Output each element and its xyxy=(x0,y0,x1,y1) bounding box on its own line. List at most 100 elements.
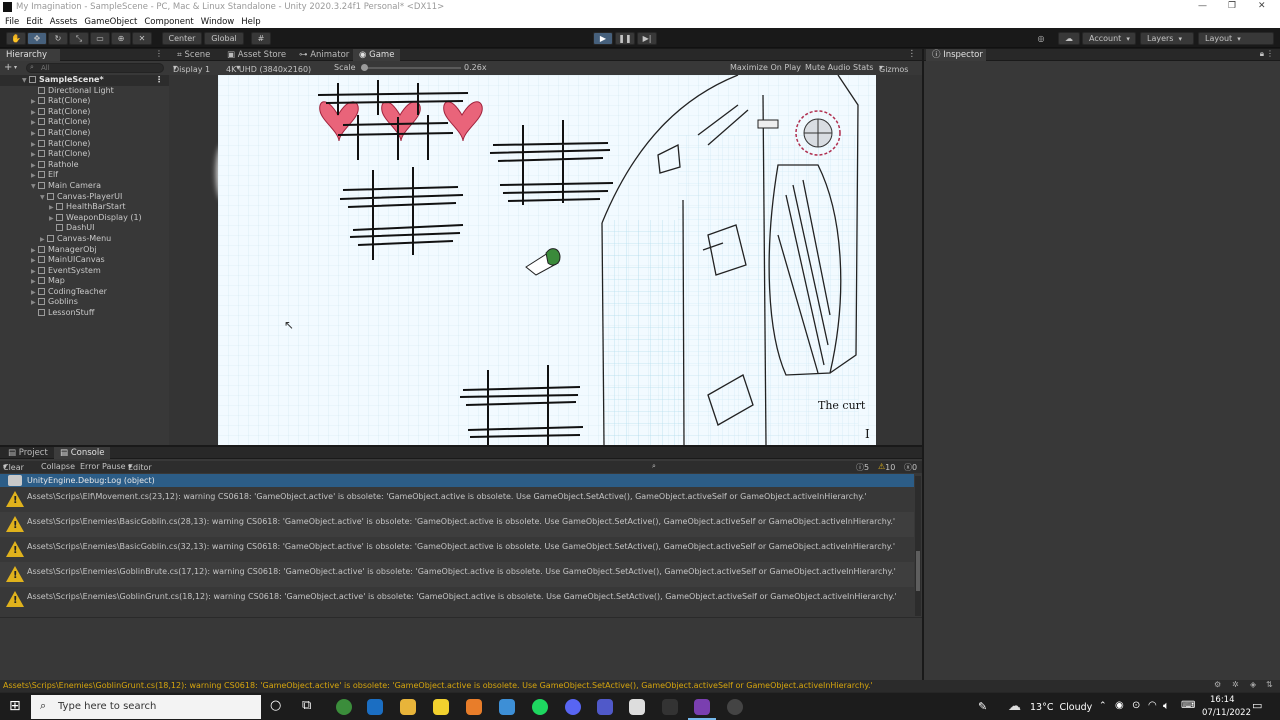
collab-icon[interactable]: ◎ xyxy=(1032,32,1050,45)
wifi-icon[interactable]: ◠ xyxy=(1148,700,1157,711)
unity-editor-icon[interactable] xyxy=(662,699,678,715)
log-count-badge[interactable]: ⓘ 5 xyxy=(856,462,869,473)
minimize-icon[interactable]: — xyxy=(1198,1,1207,11)
custom-tool-icon[interactable]: ✕ xyxy=(132,32,152,45)
collapse-toggle[interactable]: Collapse xyxy=(41,462,75,471)
resolution-dropdown[interactable]: 4K UHD (3840x2160) ▾ xyxy=(226,63,311,74)
menu-help[interactable]: Help xyxy=(241,17,260,27)
tab-scene[interactable]: ⌗ Scene xyxy=(171,49,216,61)
visual-studio-icon[interactable] xyxy=(694,699,710,715)
menu-edit[interactable]: Edit xyxy=(26,17,42,27)
log-row[interactable]: Assets\Scrips\Elf\Movement.cs(23,12): wa… xyxy=(0,487,914,512)
hierarchy-item[interactable]: ▶ Map xyxy=(0,276,169,287)
status-cache-icon[interactable]: ◈ xyxy=(1250,680,1256,689)
game-canvas[interactable]: The curt I ↖ xyxy=(218,75,876,445)
hierarchy-item[interactable]: ▶ Canvas-Menu xyxy=(0,234,169,245)
tab-asset-store[interactable]: ▣ Asset Store xyxy=(221,49,292,61)
status-bug-icon[interactable]: ✲ xyxy=(1232,680,1239,689)
layers-dropdown[interactable]: Layers xyxy=(1140,32,1194,45)
hand-tool-icon[interactable]: ✋ xyxy=(6,32,26,45)
maximize-icon[interactable]: ❐ xyxy=(1228,1,1236,11)
console-scrollbar-thumb[interactable] xyxy=(916,551,920,591)
mute-audio-toggle[interactable]: Mute Audio xyxy=(805,63,850,72)
menu-window[interactable]: Window xyxy=(201,17,235,27)
taskbar-search[interactable]: ⌕ Type here to search xyxy=(31,695,261,719)
clock-app-icon[interactable] xyxy=(727,699,743,715)
hierarchy-item[interactable]: ▶ Goblins xyxy=(0,297,169,308)
add-dropdown-icon[interactable]: ▾ xyxy=(14,64,17,71)
tab-console[interactable]: ▤ Console xyxy=(54,447,111,459)
rotate-tool-icon[interactable]: ↻ xyxy=(48,32,68,45)
layout-dropdown[interactable]: Layout xyxy=(1198,32,1274,45)
hierarchy-item[interactable]: ▶ Elf xyxy=(0,170,169,181)
mic-icon[interactable]: ⊙ xyxy=(1132,700,1140,711)
gizmos-dropdown[interactable]: Gizmos ▾ xyxy=(879,63,908,74)
pause-button[interactable]: ❚❚ xyxy=(615,32,635,45)
status-message[interactable]: Assets\Scrips\Enemies\GoblinGrunt.cs(18,… xyxy=(3,681,873,690)
lock-icon[interactable]: 🔒︎ xyxy=(1260,49,1264,59)
hierarchy-item[interactable]: ▶ Rathole xyxy=(0,160,169,171)
hierarchy-item[interactable]: ▶ Rat(Clone) xyxy=(0,117,169,128)
notification-icon[interactable]: ▭ xyxy=(1252,699,1262,712)
weather-cloud-icon[interactable]: ☁ xyxy=(1008,699,1021,714)
panel-menu-icon[interactable]: ⋮ xyxy=(1266,49,1274,58)
hierarchy-item[interactable]: ▶ EventSystem xyxy=(0,266,169,277)
account-dropdown[interactable]: Account xyxy=(1082,32,1136,45)
hierarchy-item[interactable]: DashUI xyxy=(0,223,169,234)
scene-menu-icon[interactable]: ⋮ xyxy=(155,75,163,86)
move-tool-icon[interactable]: ✥ xyxy=(27,32,47,45)
windows-start-icon[interactable]: ⊞ xyxy=(9,698,21,714)
panel-menu-icon[interactable]: ⋮ xyxy=(155,49,163,58)
tab-hierarchy[interactable]: Hierarchy xyxy=(0,49,60,61)
hierarchy-item[interactable]: ▶ ManagerObj xyxy=(0,245,169,256)
display-dropdown[interactable]: Display 1 ▾ xyxy=(173,63,210,74)
pen-icon[interactable]: ✎ xyxy=(978,700,987,713)
tab-inspector[interactable]: ⓘ Inspector xyxy=(926,49,986,61)
discord-icon[interactable] xyxy=(565,699,581,715)
steam-icon[interactable] xyxy=(367,699,383,715)
close-icon[interactable]: ✕ xyxy=(1258,1,1266,11)
clear-button[interactable]: Clear ▾ xyxy=(3,462,24,472)
hierarchy-item[interactable]: ▼ Main Camera xyxy=(0,181,169,192)
weather-text[interactable]: 13°C Cloudy xyxy=(1030,702,1092,713)
hierarchy-item[interactable]: ▶ CodingTeacher xyxy=(0,287,169,298)
menu-component[interactable]: Component xyxy=(144,17,193,27)
teams-icon[interactable] xyxy=(597,699,613,715)
menu-assets[interactable]: Assets xyxy=(50,17,78,27)
chrome-icon[interactable] xyxy=(336,699,352,715)
rect-tool-icon[interactable]: ▭ xyxy=(90,32,110,45)
sticky-notes-icon[interactable] xyxy=(433,699,449,715)
scale-tool-icon[interactable]: ⤡ xyxy=(69,32,89,45)
stats-toggle[interactable]: Stats xyxy=(853,63,873,72)
hierarchy-item[interactable]: ▼ Canvas-PlayerUI xyxy=(0,192,169,203)
volume-icon[interactable]: 🔈︎ xyxy=(1163,699,1170,713)
step-button[interactable]: ▶| xyxy=(637,32,657,45)
task-view-icon[interactable]: ⧉ xyxy=(302,698,311,713)
tray-expand-icon[interactable]: ⌃ xyxy=(1099,701,1107,711)
pivot-center-button[interactable]: Center xyxy=(162,32,202,45)
space-global-button[interactable]: Global xyxy=(204,32,244,45)
hierarchy-item[interactable]: LessonStuff xyxy=(0,308,169,319)
maximize-on-play-toggle[interactable]: Maximize On Play xyxy=(730,63,801,72)
mail-icon[interactable] xyxy=(499,699,515,715)
play-button[interactable]: ▶ xyxy=(593,32,613,45)
spotify-icon[interactable] xyxy=(532,699,548,715)
scale-slider[interactable] xyxy=(361,64,461,71)
tab-animator[interactable]: ⊶ Animator xyxy=(293,49,355,61)
cortana-icon[interactable]: ○ xyxy=(270,698,281,713)
warning-count-badge[interactable]: ⚠ 10 xyxy=(878,462,895,472)
log-row[interactable]: Assets\Scrips\Enemies\BasicGoblin.cs(28,… xyxy=(0,512,914,537)
log-row[interactable]: Assets\Scrips\Enemies\GoblinBrute.cs(17,… xyxy=(0,562,914,587)
clock-date[interactable]: 07/11/2022 xyxy=(1202,708,1251,718)
log-row[interactable]: Assets\Scrips\Enemies\BasicGoblin.cs(32,… xyxy=(0,537,914,562)
hierarchy-item[interactable]: ▶ Rat(Clone) xyxy=(0,107,169,118)
error-pause-toggle[interactable]: Error Pause xyxy=(80,462,126,471)
menu-gameobject[interactable]: GameObject xyxy=(84,17,137,27)
hierarchy-item[interactable]: ▶ MainUICanvas xyxy=(0,255,169,266)
add-icon[interactable]: + xyxy=(4,62,12,73)
unity-hub-icon[interactable] xyxy=(629,699,645,715)
console-scrollbar[interactable] xyxy=(915,476,921,616)
hierarchy-scene-root[interactable]: ▼ SampleScene* ⋮ xyxy=(0,75,169,86)
clock-time[interactable]: 16:14 xyxy=(1210,695,1235,705)
transform-tool-icon[interactable]: ⊕ xyxy=(111,32,131,45)
